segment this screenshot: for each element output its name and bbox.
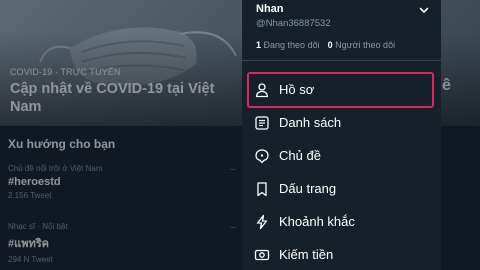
followers-count: 0 [327,40,333,50]
following-label: Đang theo dõi [263,40,320,50]
menu-item-monetization[interactable]: Kiếm tiền [242,239,441,270]
profile-highlight-box [247,72,434,108]
topic-icon [255,149,269,164]
following-count: 1 [256,40,262,50]
follow-stats: 1 Đang theo dõi 0 Người theo dõi [256,40,395,50]
account-name[interactable]: Nhan [256,3,284,15]
side-drawer: Nhan @Nhan36887532 1 Đang theo dõi 0 Ngườ… [242,0,441,270]
monetization-icon [254,249,270,261]
peek-text: ê [442,77,451,94]
menu-item-topics[interactable]: Chủ đề [242,140,441,172]
followers-link[interactable]: 0 Người theo dõi [328,40,396,50]
menu-label-topics: Chủ đề [279,148,321,163]
menu-item-lists[interactable]: Danh sách [242,107,441,139]
account-handle: @Nhan36887532 [256,18,331,29]
menu-item-moments[interactable]: Khoảnh khắc [242,206,441,238]
following-link[interactable]: 1 Đang theo dõi [256,40,320,50]
list-icon [255,116,269,130]
menu-label-lists: Danh sách [279,115,342,130]
chevron-down-icon[interactable] [416,2,432,18]
menu-label-monetization: Kiếm tiền [279,247,334,262]
menu-item-bookmarks[interactable]: Dấu trang [242,173,441,205]
bookmark-icon [257,182,267,197]
menu-label-moments: Khoảnh khắc [279,214,355,229]
menu-label-bookmarks: Dấu trang [279,181,337,196]
followers-label: Người theo dõi [335,40,396,50]
lightning-icon [256,214,268,230]
drawer-divider [242,60,441,61]
